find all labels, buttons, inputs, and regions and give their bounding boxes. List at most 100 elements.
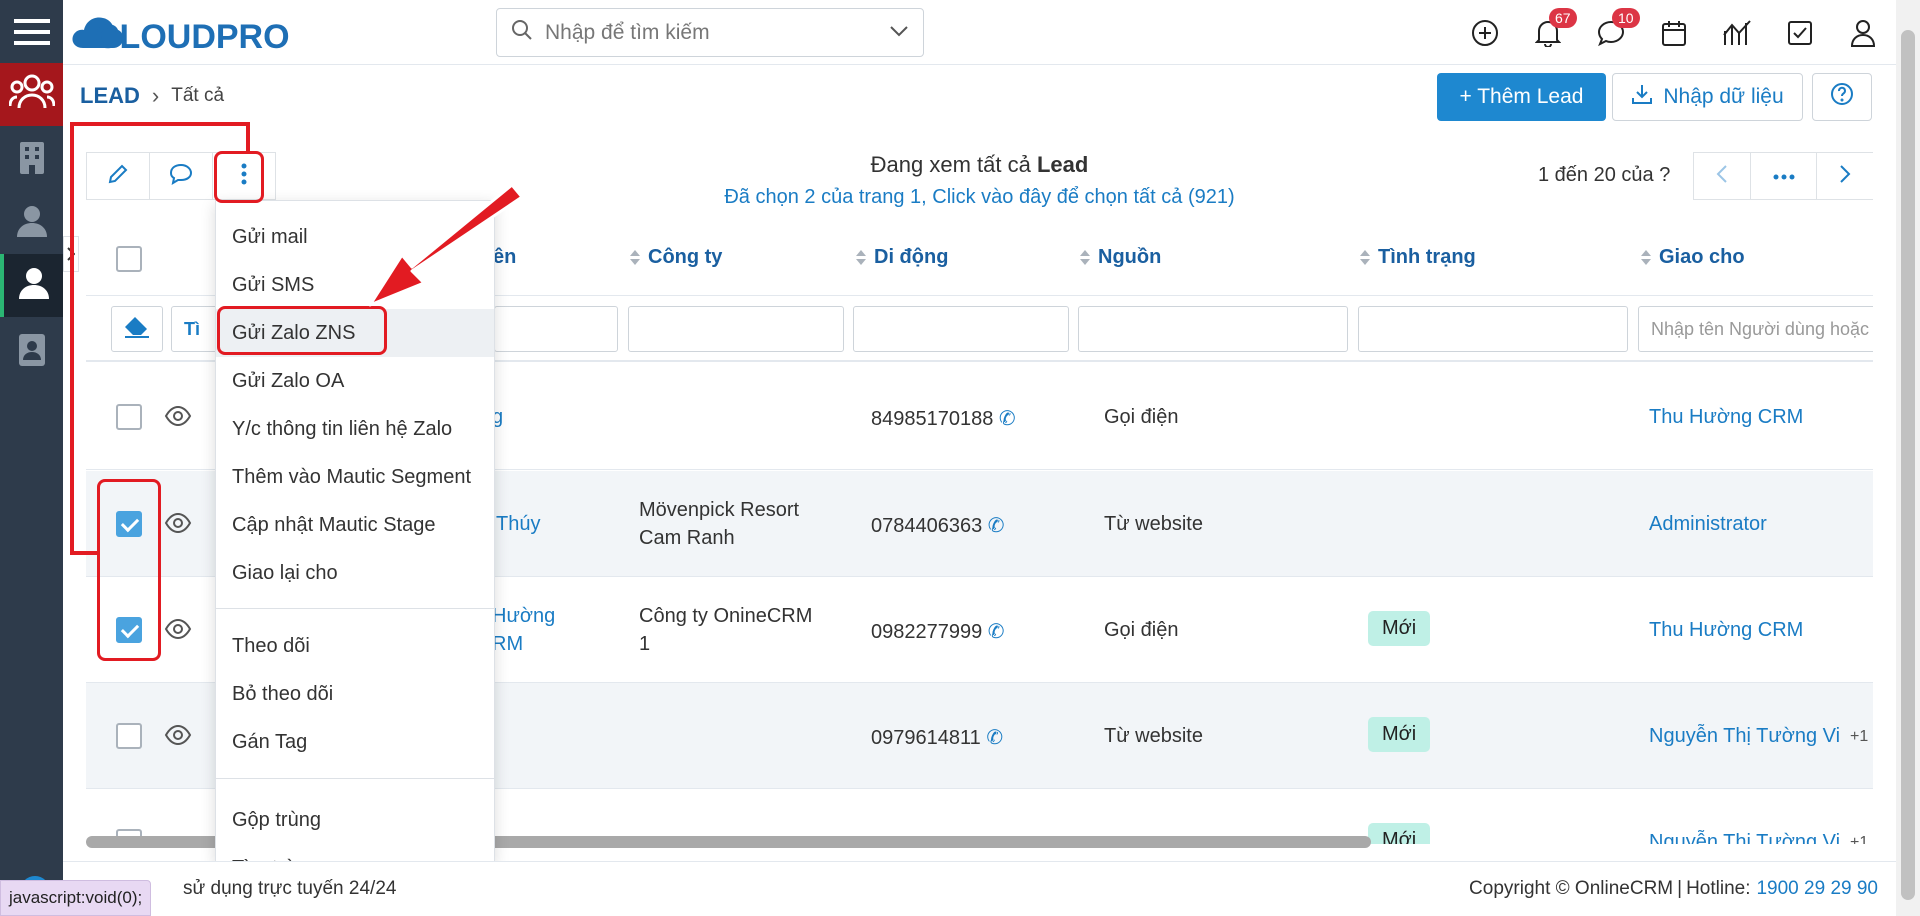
chevron-left-icon <box>1716 164 1728 189</box>
filter-input-assignee[interactable]: Nhập tên Người dùng hoặc <box>1638 306 1873 352</box>
eye-icon[interactable] <box>164 512 192 538</box>
column-header-label: Công ty <box>648 246 723 268</box>
menu-item-merge-duplicates[interactable]: Gộp trùng <box>216 796 494 844</box>
eraser-icon <box>123 315 151 344</box>
copyright-text: Copyright © OnlineCRM <box>1469 878 1674 899</box>
column-header-mobile[interactable]: Di động <box>856 246 948 269</box>
messages-chat-icon[interactable]: 10 <box>1594 8 1640 50</box>
column-header-assignee[interactable]: Giao cho <box>1641 246 1745 269</box>
phone-icon[interactable]: ✆ <box>988 621 1005 643</box>
chevron-right-icon <box>1839 164 1851 189</box>
search-input[interactable]: Nhập để tìm kiếm <box>545 21 889 45</box>
column-header-company[interactable]: Công ty <box>630 246 722 269</box>
phone-icon[interactable]: ✆ <box>986 727 1003 749</box>
crm-app: CLOUDPRO Nhập để tìm kiếm 67 10 LEAD › T… <box>0 0 1920 916</box>
menu-item-send-zalo-oa[interactable]: Gửi Zalo OA <box>216 357 494 405</box>
filter-input-source[interactable] <box>1078 306 1348 352</box>
annotation-box-more-button <box>214 151 264 203</box>
group-users-icon <box>8 72 55 117</box>
sidebar-item-contacts[interactable] <box>0 198 63 248</box>
eye-icon[interactable] <box>164 724 192 750</box>
add-lead-button[interactable]: + Thêm Lead <box>1437 73 1606 121</box>
contact-card-icon <box>18 333 45 371</box>
reports-chart-icon[interactable] <box>1720 16 1754 50</box>
menu-item-zalo-contact-request[interactable]: Y/c thông tin liên hệ Zalo <box>216 405 494 453</box>
breadcrumb-module[interactable]: LEAD <box>80 83 140 109</box>
menu-item-find-duplicates[interactable]: Tìm trùng <box>216 844 494 862</box>
annotation-line <box>246 122 250 152</box>
viewing-prefix: Đang xem tất cả <box>870 152 1037 177</box>
annotation-line <box>70 551 98 555</box>
import-data-button[interactable]: Nhập dữ liệu <box>1612 73 1803 121</box>
phone-icon[interactable]: ✆ <box>999 408 1016 430</box>
next-page-button[interactable] <box>1816 152 1873 200</box>
menu-item-unfollow[interactable]: Bỏ theo dõi <box>216 670 494 718</box>
cloudpro-logo[interactable]: CLOUDPRO <box>69 4 299 60</box>
clear-filter-button[interactable] <box>111 306 163 352</box>
lead-source: Từ website <box>1104 725 1203 747</box>
filter-input-company[interactable] <box>628 306 844 352</box>
assignee-more-count[interactable]: +1 <box>1850 728 1868 746</box>
menu-item-add-mautic-segment[interactable]: Thêm vào Mautic Segment <box>216 453 494 501</box>
lead-company-line2: Cam Ranh <box>639 527 735 549</box>
pagination-range: 1 đến 20 của ? <box>1538 164 1671 186</box>
sidebar-item-leads[interactable] <box>0 63 63 126</box>
lead-name-line2[interactable]: RM <box>492 633 523 656</box>
sidebar-item-organizations[interactable] <box>0 135 63 185</box>
mobile-number: 0979614811 <box>871 727 981 749</box>
user-profile-icon[interactable] <box>1846 16 1880 50</box>
filter-input-mobile[interactable] <box>853 306 1069 352</box>
lead-mobile: 84985170188 ✆ <box>871 406 1016 431</box>
add-circle-icon[interactable] <box>1468 16 1502 50</box>
assignee-more-count[interactable]: +1 <box>1850 834 1868 844</box>
messages-badge: 10 <box>1612 8 1640 28</box>
eye-icon[interactable] <box>164 405 192 431</box>
lead-assignee[interactable]: Nguyễn Thị Tường Vi <box>1649 831 1840 844</box>
menu-item-assign-tag[interactable]: Gán Tag <box>216 718 494 766</box>
import-data-label: Nhập dữ liệu <box>1663 85 1784 108</box>
eye-icon[interactable] <box>164 618 192 644</box>
usage-text: sử dụng trực tuyến 24/24 <box>183 878 397 899</box>
lead-source: Gọi điện <box>1104 406 1179 428</box>
lead-mobile: 0784406363 ✆ <box>871 513 1005 538</box>
menu-item-reassign[interactable]: Giao lại cho <box>216 549 494 597</box>
lead-assignee[interactable]: Nguyễn Thị Tường Vi <box>1649 725 1840 748</box>
menu-item-follow[interactable]: Theo dõi <box>216 622 494 670</box>
lead-name[interactable]: Thúy <box>496 513 540 536</box>
calendar-icon[interactable] <box>1657 16 1691 50</box>
menu-divider <box>216 608 494 609</box>
annotation-line <box>70 122 74 553</box>
row-checkbox[interactable] <box>116 404 142 430</box>
hamburger-menu-icon[interactable] <box>0 0 63 63</box>
vertical-scrollbar-thumb[interactable] <box>1901 30 1915 900</box>
column-header-source[interactable]: Nguồn <box>1080 246 1161 269</box>
sort-icon <box>1080 249 1090 266</box>
notifications-bell-icon[interactable]: 67 <box>1531 8 1577 50</box>
help-button[interactable] <box>1812 73 1872 121</box>
select-all-checkbox[interactable] <box>116 246 142 272</box>
download-icon <box>1631 83 1653 111</box>
filter-input-status[interactable] <box>1358 306 1628 352</box>
status-badge: Mới <box>1368 823 1431 844</box>
column-header-status[interactable]: Tình trạng <box>1360 246 1476 269</box>
sidebar-item-contact-card[interactable] <box>0 327 63 377</box>
status-badge: Mới <box>1368 717 1431 752</box>
sidebar-item-active[interactable] <box>0 254 63 317</box>
viewing-module: Lead <box>1036 152 1089 177</box>
lead-assignee[interactable]: Administrator <box>1649 513 1767 536</box>
page-more-button[interactable] <box>1750 152 1817 200</box>
hotline-label: Hotline: <box>1686 878 1751 899</box>
tasks-checkbox-icon[interactable] <box>1783 16 1817 50</box>
menu-item-update-mautic-stage[interactable]: Cập nhật Mautic Stage <box>216 501 494 549</box>
row-checkbox[interactable] <box>116 723 142 749</box>
column-header-label: Nguồn <box>1098 246 1162 268</box>
global-search[interactable]: Nhập để tìm kiếm <box>496 8 924 57</box>
hotline-number[interactable]: 1900 29 29 90 <box>1756 878 1878 900</box>
column-header-label: Giao cho <box>1659 246 1745 268</box>
phone-icon[interactable]: ✆ <box>988 515 1005 537</box>
prev-page-button[interactable] <box>1693 152 1751 200</box>
lead-name[interactable]: Hường <box>492 605 555 628</box>
lead-assignee[interactable]: Thu Hường CRM <box>1649 619 1803 642</box>
chevron-down-icon[interactable] <box>889 24 909 42</box>
lead-assignee[interactable]: Thu Hường CRM <box>1649 406 1803 429</box>
